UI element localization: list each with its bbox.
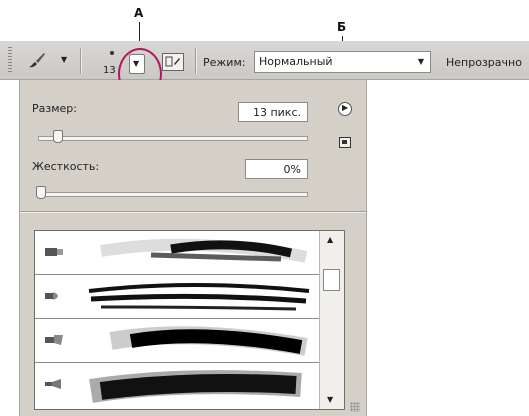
mode-select[interactable]: Нормальный ▼ bbox=[254, 51, 431, 73]
mode-label: Режим: bbox=[203, 56, 246, 69]
hardness-field[interactable]: 0% bbox=[245, 159, 308, 179]
hardness-label: Жесткость: bbox=[32, 160, 100, 173]
brush-preset-item[interactable] bbox=[35, 363, 319, 406]
brush-stroke-preview bbox=[100, 238, 308, 263]
opacity-label: Непрозрачно bbox=[446, 56, 522, 69]
flat-brush-icon bbox=[45, 248, 63, 256]
divider bbox=[20, 211, 366, 212]
arrow-up-icon: ▲ bbox=[327, 235, 334, 244]
brush-stroke-preview bbox=[109, 326, 308, 356]
brush-stroke-preview bbox=[88, 283, 310, 311]
brush-size-readout: 13 bbox=[103, 65, 116, 76]
new-preset-icon[interactable] bbox=[339, 137, 351, 148]
brush-stroke-preview bbox=[89, 370, 302, 403]
size-field[interactable]: 13 пикс. bbox=[238, 102, 308, 122]
chevron-down-icon: ▼ bbox=[417, 57, 424, 66]
brush-preset-item[interactable] bbox=[35, 231, 319, 275]
separator bbox=[195, 48, 196, 74]
size-slider-thumb[interactable] bbox=[53, 130, 63, 143]
brush-preset-list: ▲ ▼ bbox=[34, 230, 345, 410]
callout-label-b: Б bbox=[337, 20, 347, 34]
panel-menu-button[interactable]: ▶ bbox=[338, 102, 352, 116]
toolbar-grip[interactable] bbox=[8, 47, 12, 73]
size-label: Размер: bbox=[32, 102, 77, 115]
brush-picker-panel: Размер: 13 пикс. Жесткость: 0% ▶ ▲ ▼ bbox=[19, 80, 367, 416]
mode-value: Нормальный bbox=[259, 55, 333, 68]
fan-brush-icon bbox=[45, 335, 63, 345]
brush-panel-toggle-icon[interactable] bbox=[162, 53, 184, 71]
callout-label-a: A bbox=[134, 6, 144, 20]
resize-grip-icon[interactable] bbox=[350, 402, 360, 412]
hardness-slider-track[interactable] bbox=[38, 192, 308, 197]
brush-icon[interactable] bbox=[27, 50, 47, 70]
brush-tip-preview-icon bbox=[110, 51, 114, 55]
scroll-down-button[interactable]: ▼ bbox=[320, 391, 344, 409]
brush-preset-item[interactable] bbox=[35, 319, 319, 363]
scroll-up-button[interactable]: ▲ bbox=[320, 231, 344, 249]
angled-brush-icon bbox=[45, 379, 61, 389]
size-slider-track[interactable] bbox=[38, 136, 308, 141]
size-value: 13 пикс. bbox=[252, 106, 301, 119]
menu-arrow-icon: ▶ bbox=[342, 103, 349, 112]
round-brush-icon bbox=[45, 292, 58, 300]
tool-preset-caret-icon[interactable]: ▼ bbox=[61, 55, 67, 64]
scroll-thumb[interactable] bbox=[323, 269, 340, 291]
separator bbox=[80, 48, 81, 74]
hardness-value: 0% bbox=[283, 163, 301, 176]
brush-list-scrollbar[interactable]: ▲ ▼ bbox=[319, 231, 344, 409]
brush-preset-item[interactable] bbox=[35, 275, 319, 319]
arrow-down-icon: ▼ bbox=[327, 395, 334, 404]
hardness-slider-thumb[interactable] bbox=[36, 186, 46, 199]
options-bar: ▼ 13 ▼ Режим: Нормальный ▼ Непрозрачно bbox=[0, 41, 529, 80]
